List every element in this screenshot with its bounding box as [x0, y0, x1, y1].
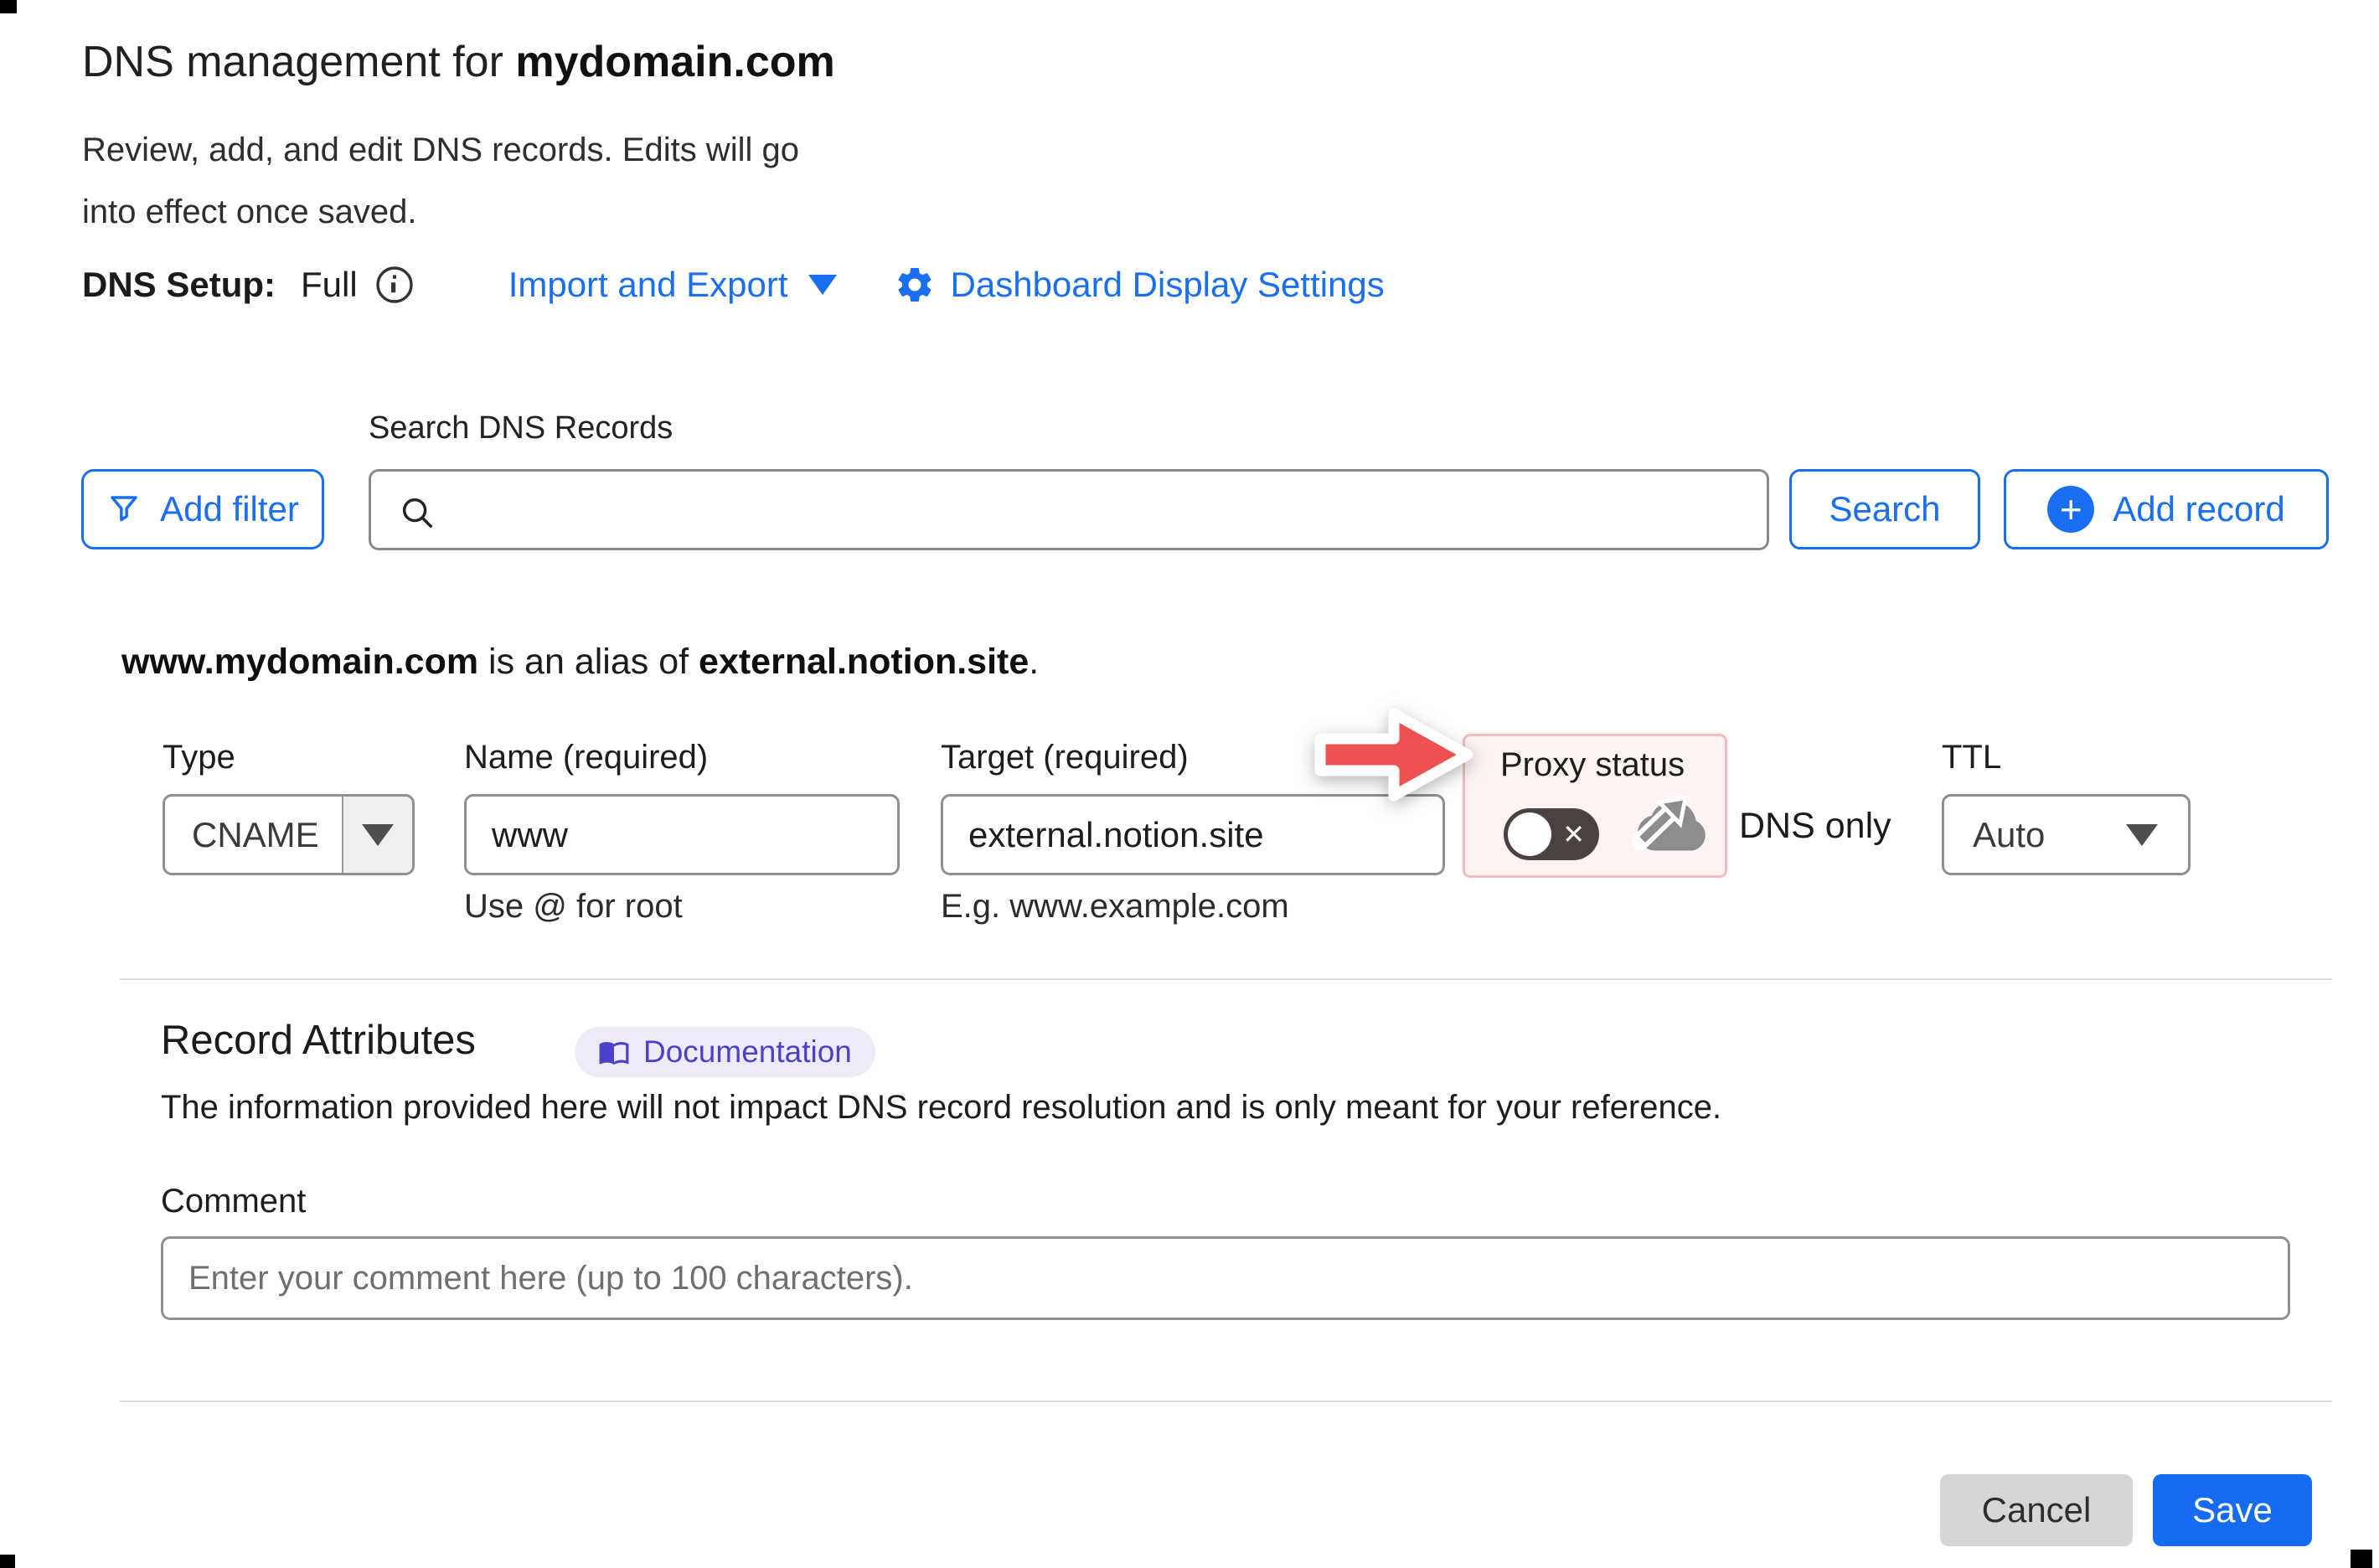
add-filter-label: Add filter [160, 489, 299, 529]
dns-setup-label: DNS Setup: [82, 265, 276, 305]
page-title-prefix: DNS management for [82, 38, 515, 86]
add-filter-button[interactable]: Add filter [81, 469, 324, 549]
filter-icon [106, 492, 142, 527]
book-icon [598, 1036, 630, 1068]
chevron-down-icon [362, 824, 394, 846]
dns-setup-value: Full [301, 265, 358, 305]
screen-artifact-top-left [0, 0, 17, 13]
type-select-arrow[interactable] [342, 797, 412, 873]
ttl-label: TTL [1942, 739, 2001, 776]
alias-host: www.mydomain.com [121, 642, 478, 682]
dns-management-page: DNS management for mydomain.com Review, … [0, 0, 2379, 1568]
cloud-proxy-icon [1629, 785, 1716, 862]
footer-divider [120, 1400, 2332, 1402]
record-attributes-heading: Record Attributes [161, 1017, 476, 1064]
subtitle-line-2: into effect once saved. [82, 181, 799, 243]
add-record-label: Add record [2113, 489, 2284, 529]
target-label: Target (required) [941, 739, 1189, 776]
type-select[interactable]: CNAME [163, 794, 415, 875]
proxy-status-label: Proxy status [1500, 746, 1685, 784]
proxy-status-box: Proxy status ✕ [1463, 734, 1727, 878]
search-input-container [369, 469, 1769, 550]
screen-artifact-bottom-right [2351, 1550, 2372, 1568]
gear-icon [894, 264, 936, 306]
comment-label: Comment [161, 1183, 306, 1220]
type-select-value: CNAME [165, 797, 342, 873]
alias-middle: is an alias of [478, 642, 699, 682]
alias-sentence: www.mydomain.com is an alias of external… [121, 642, 1039, 683]
page-title: DNS management for mydomain.com [82, 37, 835, 87]
import-export-link[interactable]: Import and Export [508, 265, 837, 305]
toggle-knob [1508, 812, 1551, 856]
page-title-domain: mydomain.com [515, 38, 834, 86]
search-button-label: Search [1829, 489, 1940, 529]
section-divider [120, 978, 2332, 980]
dns-setup-row: DNS Setup: Full Import and Export Dashbo… [82, 258, 1385, 312]
cancel-button[interactable]: Cancel [1940, 1474, 2133, 1546]
proxy-status-value: DNS only [1739, 806, 1891, 847]
subtitle-line-1: Review, add, and edit DNS records. Edits… [82, 119, 799, 181]
name-input[interactable] [464, 794, 900, 875]
ttl-select[interactable]: Auto [1942, 794, 2191, 875]
alias-period: . [1029, 642, 1039, 682]
documentation-label: Documentation [643, 1034, 852, 1070]
add-record-button[interactable]: + Add record [2004, 469, 2329, 549]
documentation-badge[interactable]: Documentation [575, 1027, 875, 1077]
save-button[interactable]: Save [2153, 1474, 2312, 1546]
search-button[interactable]: Search [1789, 469, 1980, 549]
name-helper-text: Use @ for root [464, 888, 683, 926]
search-dns-records-label: Search DNS Records [369, 410, 673, 446]
red-annotation-arrow-icon [1307, 700, 1479, 809]
record-attributes-description: The information provided here will not i… [161, 1089, 1721, 1127]
toggle-off-x-icon: ✕ [1562, 818, 1585, 850]
alias-target: external.notion.site [699, 642, 1029, 682]
info-icon[interactable] [374, 265, 415, 305]
dashboard-display-settings-link[interactable]: Dashboard Display Settings [951, 265, 1385, 305]
chevron-down-icon [808, 275, 837, 295]
screen-artifact-bottom-left [0, 1555, 15, 1568]
search-input[interactable] [455, 475, 1745, 546]
page-subtitle: Review, add, and edit DNS records. Edits… [82, 119, 799, 243]
target-helper-text: E.g. www.example.com [941, 888, 1289, 926]
name-label: Name (required) [464, 739, 708, 776]
import-export-label: Import and Export [508, 265, 788, 305]
search-icon [398, 493, 436, 532]
plus-circle-icon: + [2047, 486, 2094, 533]
chevron-down-icon [2126, 824, 2158, 846]
proxy-toggle[interactable]: ✕ [1504, 808, 1599, 860]
ttl-select-value: Auto [1973, 815, 2126, 855]
comment-input[interactable] [161, 1236, 2290, 1320]
type-label: Type [163, 739, 235, 776]
